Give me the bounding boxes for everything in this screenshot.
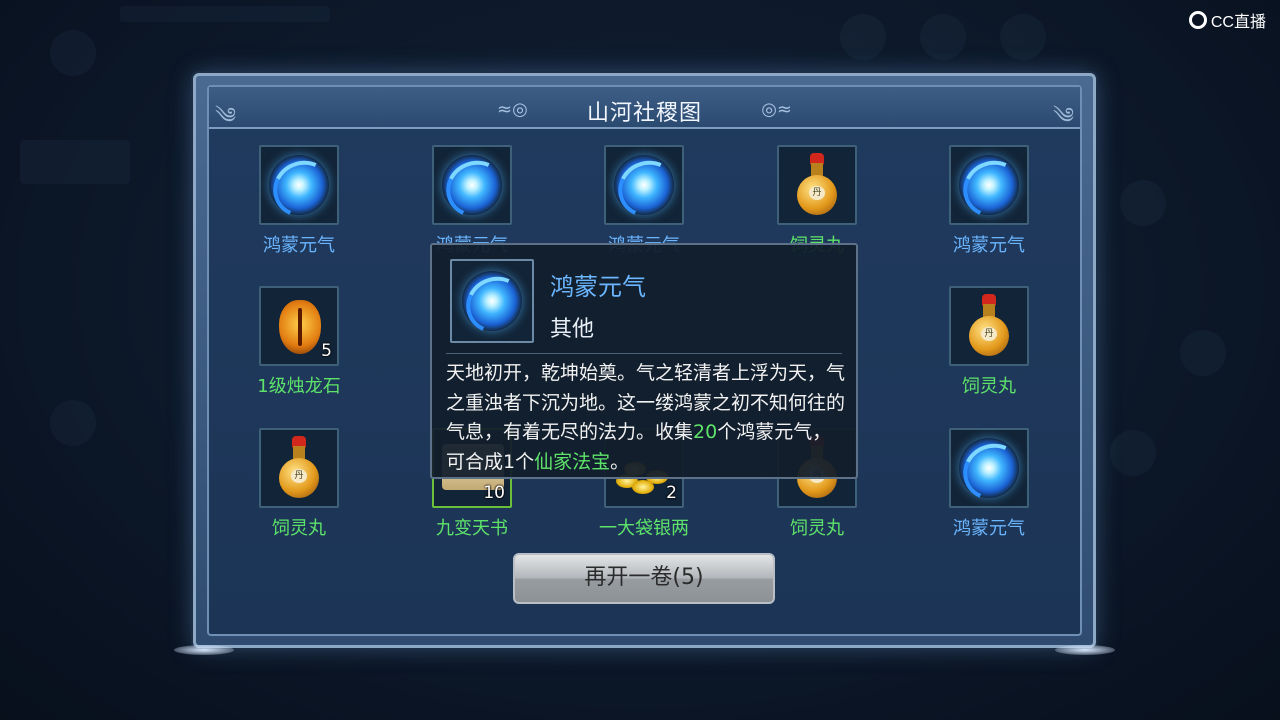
watermark-text: CC直播 xyxy=(1210,14,1266,31)
corner-glow xyxy=(1055,645,1115,655)
hongmeng-swirl-icon xyxy=(959,438,1019,498)
tooltip-divider xyxy=(446,353,842,354)
item-slot[interactable] xyxy=(432,145,512,225)
elixir-gourd-icon: 丹 xyxy=(969,294,1009,358)
item-name: 鸿蒙元气 xyxy=(953,518,1025,539)
title-ornament-right-icon: ◎≈ xyxy=(761,99,792,120)
zhulong-stone-icon xyxy=(279,300,321,354)
item-name: 饲灵丸 xyxy=(790,518,844,539)
hongmeng-swirl-icon xyxy=(614,155,674,215)
item-name: 1级烛龙石 xyxy=(257,376,341,397)
corner-ornament-icon: ༄ xyxy=(1052,104,1074,129)
corner-ornament-icon: ༄ xyxy=(215,104,237,129)
item-count: 5 xyxy=(321,341,332,361)
hongmeng-swirl-icon xyxy=(959,155,1019,215)
desc-text: 。 xyxy=(610,450,630,473)
hongmeng-swirl-icon xyxy=(462,271,522,331)
elixir-gourd-icon: 丹 xyxy=(797,153,837,217)
title-bar: ≈◎ 山河社稷图 ◎≈ ༄ ༄ xyxy=(209,87,1080,129)
desc-highlight-item: 仙家法宝 xyxy=(534,450,611,473)
reward-item[interactable]: 丹饲灵丸 xyxy=(757,145,877,257)
tooltip-item-slot xyxy=(450,259,534,343)
hongmeng-swirl-icon xyxy=(269,155,329,215)
item-tooltip: 鸿蒙元气 其他 天地初开，乾坤始奠。气之轻清者上浮为天，气之重浊者下沉为地。这一… xyxy=(430,243,858,479)
hongmeng-swirl-icon xyxy=(442,155,502,215)
item-name: 一大袋银两 xyxy=(599,518,689,539)
reward-item[interactable]: 5 1级烛龙石 xyxy=(239,286,359,398)
desc-highlight-count: 20 xyxy=(693,421,718,443)
tooltip-description: 天地初开，乾坤始奠。气之轻清者上浮为天，气之重浊者下沉为地。这一缕鸿蒙之初不知何… xyxy=(446,359,846,477)
reward-item[interactable]: 鸿蒙元气 xyxy=(412,145,532,257)
reward-item[interactable]: 丹饲灵丸 xyxy=(929,286,1049,398)
reward-item[interactable]: 鸿蒙元气 xyxy=(929,428,1049,540)
item-count: 2 xyxy=(666,483,677,503)
reward-item[interactable]: 鸿蒙元气 xyxy=(584,145,704,257)
item-slot[interactable] xyxy=(259,145,339,225)
dialog-title: 山河社稷图 xyxy=(586,101,702,126)
reward-item[interactable]: 丹饲灵丸 xyxy=(239,428,359,540)
item-slot[interactable] xyxy=(949,145,1029,225)
item-slot[interactable]: 丹 xyxy=(777,145,857,225)
reward-item[interactable]: 鸿蒙元气 xyxy=(239,145,359,257)
reward-item[interactable]: 鸿蒙元气 xyxy=(929,145,1049,257)
corner-glow xyxy=(174,645,234,655)
cc-logo-icon xyxy=(1188,11,1207,29)
item-name: 鸿蒙元气 xyxy=(263,235,335,256)
item-slot[interactable]: 5 xyxy=(259,286,339,366)
item-count: 10 xyxy=(483,483,505,503)
item-slot[interactable] xyxy=(604,145,684,225)
item-slot[interactable]: 丹 xyxy=(259,428,339,508)
item-name: 九变天书 xyxy=(436,518,508,539)
reopen-scroll-button[interactable]: 再开一卷(5) xyxy=(513,553,775,604)
tooltip-item-type: 其他 xyxy=(550,317,595,342)
item-slot[interactable]: 丹 xyxy=(949,286,1029,366)
elixir-gourd-icon: 丹 xyxy=(279,436,319,500)
item-slot[interactable] xyxy=(949,428,1029,508)
cc-live-watermark: CC直播 xyxy=(1188,8,1266,32)
tooltip-item-name: 鸿蒙元气 xyxy=(550,273,646,301)
item-name: 饲灵丸 xyxy=(962,376,1016,397)
item-name: 饲灵丸 xyxy=(272,518,326,539)
item-name: 鸿蒙元气 xyxy=(953,235,1025,256)
